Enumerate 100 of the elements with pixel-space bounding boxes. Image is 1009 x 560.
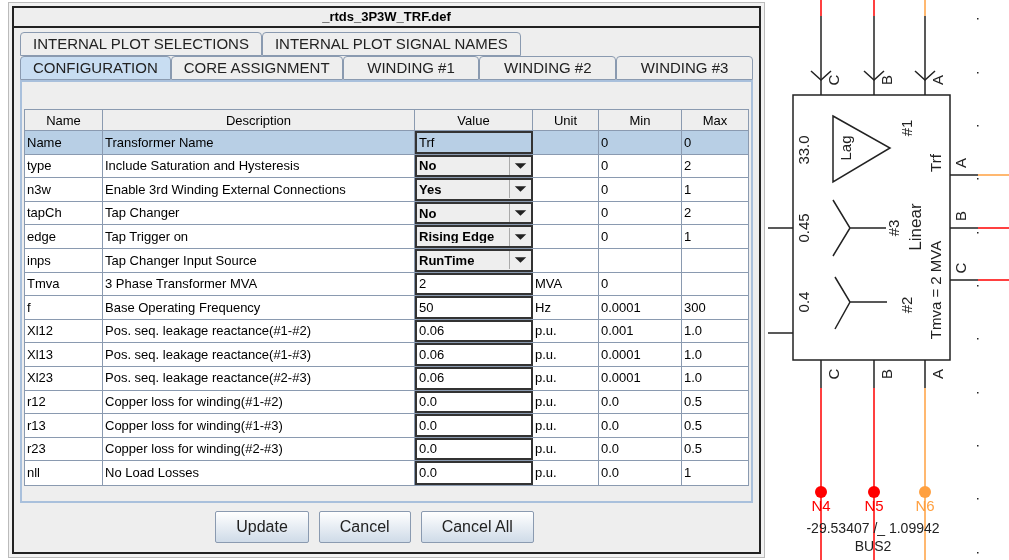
table-cell: nll — [25, 461, 103, 485]
voltage-label: 0.45 — [794, 213, 812, 243]
table-cell: 0.0 — [599, 414, 682, 437]
table-cell-text: 0.5 — [683, 440, 704, 459]
table-cell: Tmva — [25, 272, 103, 296]
table-cell: Xl13 — [25, 343, 103, 366]
winding-label: #1 — [897, 119, 915, 137]
table-row[interactable]: Name Transformer Name Trf 0 0 — [25, 131, 748, 155]
input-field[interactable]: 50 — [415, 296, 533, 319]
input-field[interactable]: 0.0 — [415, 414, 533, 437]
table-row[interactable]: r23 Copper loss for winding(#2-#3) 0.0 p.u. 0.0 0.5 — [25, 437, 748, 462]
port-label: C — [951, 262, 969, 274]
port-label: C — [824, 368, 842, 380]
table-cell-text: 2 — [683, 204, 693, 223]
table-cell: 0 — [599, 131, 682, 154]
table-cell: p.u. — [533, 414, 599, 437]
table-cell-text: 1.0 — [683, 322, 704, 341]
table-cell: p.u. — [533, 437, 599, 461]
table-cell-text: 1.0 — [683, 345, 704, 364]
dialog-button[interactable]: Cancel All — [420, 511, 534, 544]
port-label: B — [951, 211, 969, 221]
table-cell: 0.0001 — [599, 343, 682, 366]
input-field[interactable]: Trf — [415, 131, 533, 154]
port-label: A — [951, 158, 969, 168]
table-row[interactable]: edge Tap Trigger on Rising Edge 0 1 — [25, 225, 748, 249]
transformer-name: Trf — [926, 154, 944, 172]
table-row[interactable]: r12 Copper loss for winding(#1-#2) 0.0 p.u. 0.0 0.5 — [25, 390, 748, 415]
table-cell: 0.0 — [599, 437, 682, 461]
tab[interactable]: INTERNAL PLOT SIGNAL NAMES — [261, 32, 521, 56]
table-cell: type — [25, 154, 103, 178]
input-field[interactable]: 0.0 — [415, 461, 533, 485]
table-row[interactable]: Xl12 Pos. seq. leakage reactance(#1-#2) 0.06 p.u. 0.001 1.0 — [25, 319, 748, 344]
tab[interactable]: CORE ASSIGNMENT — [170, 56, 343, 80]
table-row[interactable]: Xl13 Pos. seq. leakage reactance(#1-#3) 0.06 p.u. 0.0001 1.0 — [25, 343, 748, 367]
table-cell: f — [25, 296, 103, 319]
column-header: Description — [103, 110, 415, 130]
table-cell: n3w — [25, 178, 103, 201]
wye-winding-icon — [832, 199, 887, 257]
table-cell-text: 0.5 — [683, 393, 704, 412]
table-row[interactable]: inps Tap Changer Input Source RunTime — [25, 248, 748, 273]
dialog-button[interactable]: Update — [215, 511, 309, 544]
dropdown[interactable]: RunTime — [415, 248, 533, 272]
table-cell-text: 300 — [683, 298, 707, 317]
tab[interactable]: WINDING #3 — [616, 56, 753, 80]
input-field[interactable]: 0.06 — [415, 343, 533, 366]
table-row[interactable]: tapCh Tap Changer No 0 2 — [25, 201, 748, 226]
table-cell: edge — [25, 225, 103, 248]
table-cell: p.u. — [533, 319, 599, 343]
input-field[interactable]: 0.06 — [415, 366, 533, 390]
table-cell: p.u. — [533, 461, 599, 485]
model-label: Linear — [906, 203, 926, 251]
table-cell-text: 1 — [683, 180, 693, 199]
input-field[interactable]: 0.06 — [415, 319, 533, 343]
input-field[interactable]: 0.0 — [415, 437, 533, 461]
tab[interactable]: INTERNAL PLOT SELECTIONS — [20, 32, 262, 56]
port-label: B — [877, 75, 895, 85]
input-field[interactable]: 2 — [415, 272, 533, 296]
dropdown[interactable]: Rising Edge — [415, 225, 533, 248]
delta-winding-icon — [832, 114, 892, 184]
dropdown[interactable]: No — [415, 154, 533, 178]
table-cell: r12 — [25, 390, 103, 414]
table-cell: 0.001 — [599, 319, 682, 343]
table-cell: 0.0001 — [599, 296, 682, 319]
table-cell-text: 0.5 — [683, 416, 704, 435]
table-cell: tapCh — [25, 201, 103, 225]
table-cell: p.u. — [533, 343, 599, 366]
table-row[interactable]: r13 Copper loss for winding(#1-#3) 0.0 p.u. 0.0 0.5 — [25, 414, 748, 438]
column-header: Unit — [533, 110, 599, 130]
dropdown[interactable]: Yes — [415, 178, 533, 201]
port-label: A — [928, 369, 946, 379]
table-cell: p.u. — [533, 366, 599, 390]
table-row[interactable]: n3w Enable 3rd Winding External Connections Yes 0 1 — [25, 178, 748, 202]
voltage-label: 33.0 — [794, 135, 812, 165]
tab[interactable]: WINDING #1 — [342, 56, 480, 80]
wye-winding-icon — [834, 276, 888, 330]
column-header: Value — [415, 110, 533, 130]
column-header: Name — [25, 110, 103, 130]
input-field[interactable]: 0.0 — [415, 390, 533, 414]
table-row[interactable]: Xl23 Pos. seq. leakage reactance(#2-#3) 0.06 p.u. 0.0001 1.0 — [25, 366, 748, 391]
table-cell-text: 1 — [683, 464, 693, 483]
tab[interactable]: CONFIGURATION — [20, 56, 171, 80]
table-cell: 0 — [599, 154, 682, 178]
table-cell: Xl12 — [25, 319, 103, 343]
dialog-button[interactable]: Cancel — [318, 511, 411, 544]
tab[interactable]: WINDING #2 — [479, 56, 617, 80]
table-cell: 0.0 — [599, 461, 682, 485]
table-cell: 0.0001 — [599, 366, 682, 390]
table-cell: inps — [25, 248, 103, 272]
table-cell: 0 — [599, 178, 682, 201]
column-header: Min — [599, 110, 682, 130]
table-row[interactable]: f Base Operating Frequency 50 Hz 0.0001 300 — [25, 296, 748, 320]
dropdown[interactable]: No — [415, 201, 533, 225]
table-cell: Name — [25, 131, 103, 154]
lag-label: Lag — [836, 135, 854, 161]
table-cell: Xl23 — [25, 366, 103, 390]
table-row[interactable]: type Include Saturation and Hysteresis No 0 2 — [25, 154, 748, 179]
rating-label: Tmva = 2 MVA — [926, 240, 944, 340]
table-row[interactable]: Tmva 3 Phase Transformer MVA 2 MVA 0 — [25, 272, 748, 297]
table-cell: 0 — [599, 201, 682, 225]
table-cell: 0.0 — [599, 390, 682, 414]
